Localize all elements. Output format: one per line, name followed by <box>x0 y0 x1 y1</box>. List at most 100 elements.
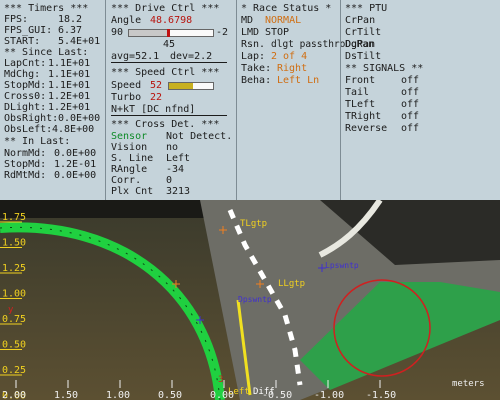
timers-header: *** Timers *** <box>4 3 89 14</box>
x-tick-label: 2.00 <box>2 390 26 400</box>
signals-header: ** SIGNALS ** <box>345 63 424 74</box>
angle-avg: avg=52.1 <box>111 51 160 62</box>
marker-label: Dpswntp <box>238 295 272 304</box>
timer-row-value: 0.0E+00 <box>58 113 101 124</box>
fps-value: 18.2 <box>58 14 83 25</box>
x-tick-label: -1.00 <box>314 390 344 400</box>
last-row-value: 0.0E+00 <box>54 148 97 159</box>
y-tick-label: 1.25 <box>2 263 26 274</box>
beha-label: Beha: <box>241 75 272 86</box>
speed-value: 52 <box>150 80 163 91</box>
y-tick-label: 0.75 <box>2 314 26 325</box>
drive-section: *** Drive Ctrl *** Angle 48.6798 90 -2 4… <box>106 0 234 200</box>
angle-bar <box>128 29 214 37</box>
signal-label: TRight <box>345 111 382 122</box>
near-label: 3 <box>218 375 223 385</box>
lmd-label: LMD <box>241 27 260 38</box>
timer-row-value: 1.1E+01 <box>48 69 91 80</box>
speed-mode: N+kT [DC nfnd] <box>111 104 196 115</box>
cross-header: *** Cross Det. *** <box>111 119 220 130</box>
y-tick-label: 1.50 <box>2 238 26 249</box>
fps-label: FPS: <box>4 14 29 25</box>
speed-header: *** Speed Ctrl *** <box>111 67 220 78</box>
status-panel: *** Timers *** FPS: 18.2 FPS_GUI: 6.37 S… <box>0 0 500 200</box>
units-label: meters <box>452 379 485 389</box>
last-row-value: 0.0E+00 <box>54 170 97 181</box>
ptu-item: DsTilt <box>345 51 382 62</box>
timer-row-label: ObsRight: <box>4 113 59 124</box>
lap-label: Lap: <box>241 51 266 62</box>
angle-dev: dev=2.2 <box>170 51 213 62</box>
signal-value: off <box>401 123 420 134</box>
angle-bar-marker <box>167 29 171 37</box>
y-tick-label: 0.50 <box>2 340 26 351</box>
angle-label: Angle <box>111 15 142 26</box>
race-header: * Race Status * <box>241 3 332 14</box>
timer-row-value: 1.2E+01 <box>48 102 91 113</box>
mode-underline <box>111 115 227 116</box>
md-value: NORMAL <box>265 15 302 26</box>
timer-row-label: MdChg: <box>4 69 41 80</box>
ptu-item: CrTilt <box>345 27 382 38</box>
start-label: START: <box>4 36 41 47</box>
cross-row-label: Corr. <box>111 175 142 186</box>
cross-row-label: RAngle <box>111 164 148 175</box>
start-value: 5.4E+01 <box>58 36 101 47</box>
cross-row-value: no <box>166 142 179 153</box>
angle-bar-mid: 45 <box>163 39 176 50</box>
timer-row-value: 1.1E+01 <box>48 80 91 91</box>
cross-row-label: Plx Cnt <box>111 186 154 197</box>
last-row-label: StopMd: <box>4 159 47 170</box>
fpsgui-value: 6.37 <box>58 25 83 36</box>
cross-row-label: S. Line <box>111 153 154 164</box>
signal-value: off <box>401 99 420 110</box>
signal-value: off <box>401 87 420 98</box>
timer-row-label: Cross0: <box>4 91 47 102</box>
lap-value: 2 of 4 <box>271 51 308 62</box>
timer-row-label: ObsLeft: <box>4 124 53 135</box>
camera-scene-view: TLgtp LLgtp Lpswntp Dpswntp y 3 Left Dif… <box>0 200 500 400</box>
y-tick-label: 1.00 <box>2 289 26 300</box>
timer-row-value: 1.2E+01 <box>48 91 91 102</box>
turbo-value: 22 <box>150 92 163 103</box>
fpsgui-label: FPS_GUI: <box>4 25 53 36</box>
signal-label: Tail <box>345 87 370 98</box>
cross-row-value: 3213 <box>166 186 191 197</box>
timers-section: *** Timers *** FPS: 18.2 FPS_GUI: 6.37 S… <box>0 0 104 200</box>
timer-row-value: 4.8E+00 <box>52 124 95 135</box>
avg-underline <box>111 62 227 63</box>
speed-bar-fill <box>169 83 194 89</box>
ptu-header: *** PTU <box>345 3 388 14</box>
speed-label: Speed <box>111 80 142 91</box>
timer-row-label: StopMd: <box>4 80 47 91</box>
marker-label: TLgtp <box>240 219 267 229</box>
cross-row-value: Not Detect. <box>166 131 233 142</box>
signal-label: Front <box>345 75 376 86</box>
marker-label: LLgtp <box>278 279 305 289</box>
take-label: Take: <box>241 63 272 74</box>
in-last-header: ** In Last: <box>4 136 71 147</box>
cross-row-label: Sensor <box>111 131 148 142</box>
ptu-item: DgPan <box>345 39 376 50</box>
x-tick-label: 1.50 <box>54 390 78 400</box>
timer-row-label: DLight: <box>4 102 47 113</box>
ptu-section: *** PTU CrPan CrTilt DgPan DsTilt ** SIG… <box>341 0 500 200</box>
last-row-value: 1.2E-01 <box>54 159 97 170</box>
x-tick-label: 0.50 <box>158 390 182 400</box>
rsn-label: Rsn. <box>241 39 266 50</box>
signal-label: Reverse <box>345 123 388 134</box>
md-label: MD <box>241 15 254 26</box>
signal-value: off <box>401 111 420 122</box>
angle-bar-left: 90 <box>111 27 124 38</box>
x-tick-label: 0.00 <box>210 390 234 400</box>
x-tick-label: -1.50 <box>366 390 396 400</box>
lmd-value: STOP <box>265 27 290 38</box>
since-last-header: ** Since Last: <box>4 47 89 58</box>
x-tick-label: 1.00 <box>106 390 130 400</box>
last-row-label: RdMtMd: <box>4 170 47 181</box>
beha-value: Left Ln <box>277 75 320 86</box>
take-value: Right <box>277 63 308 74</box>
turbo-label: Turbo <box>111 92 142 103</box>
y-tick-label: 1.75 <box>2 212 26 223</box>
timer-row-label: LapCnt: <box>4 58 47 69</box>
